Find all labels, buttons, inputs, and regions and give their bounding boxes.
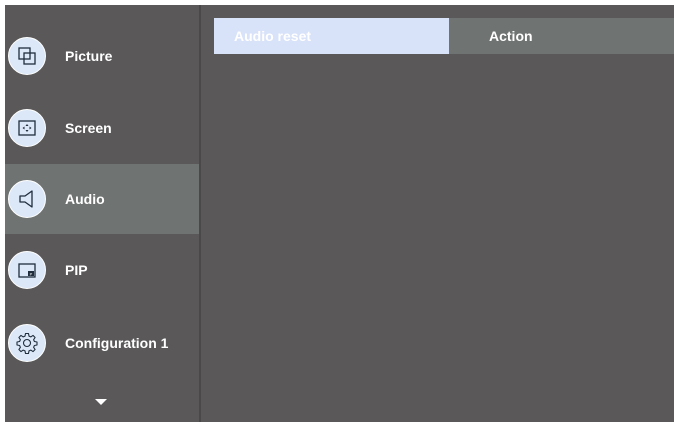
audio-reset-item[interactable]: Audio reset — [214, 18, 449, 54]
sidebar-item-pip[interactable]: P PIP — [5, 235, 199, 305]
sidebar-item-audio[interactable]: Audio — [5, 164, 199, 234]
sidebar-item-label: Configuration 1 — [65, 335, 169, 351]
audio-reset-label: Audio reset — [234, 28, 312, 44]
sidebar-item-screen[interactable]: Screen — [5, 93, 199, 163]
osd-menu-window: Picture Screen Audio P PIP Configuration… — [5, 5, 674, 422]
pip-icon: P — [8, 251, 46, 289]
gear-icon — [8, 324, 46, 362]
speaker-icon — [8, 180, 46, 218]
picture-icon — [8, 37, 46, 75]
sidebar: Picture Screen Audio P PIP Configuration… — [5, 5, 199, 422]
sidebar-item-configuration-1[interactable]: Configuration 1 — [5, 308, 199, 378]
screen-icon — [8, 109, 46, 147]
divider — [199, 5, 201, 422]
sidebar-item-label: Audio — [65, 191, 105, 207]
action-label: Action — [489, 28, 533, 44]
sidebar-item-label: Screen — [65, 120, 112, 136]
sidebar-item-label: Picture — [65, 48, 113, 64]
chevron-down-icon[interactable] — [95, 399, 107, 405]
action-column-header: Action — [449, 18, 674, 54]
sidebar-item-label: PIP — [65, 262, 88, 278]
sidebar-item-picture[interactable]: Picture — [5, 21, 199, 91]
svg-text:P: P — [30, 271, 33, 276]
